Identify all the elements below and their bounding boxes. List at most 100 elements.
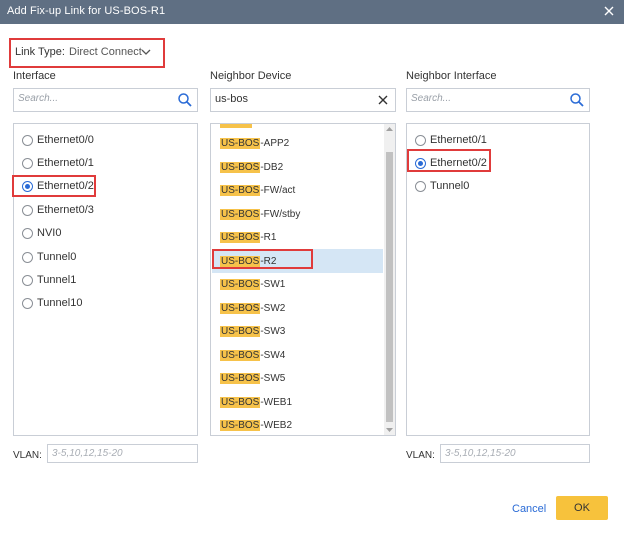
match-highlight: US-BOS [220,278,261,290]
match-highlight: US-BOS [220,396,261,408]
radio-button[interactable] [22,251,33,263]
scrollbar-thumb[interactable] [386,152,393,422]
radio-button[interactable] [22,204,33,216]
interface-list: Ethernet0/0 Ethernet0/1 Ethernet0/2 Ethe… [12,123,198,436]
radio-button[interactable] [22,297,33,309]
device-item[interactable]: US-BOS -DB2 [212,155,383,179]
device-name-rest: -APP2 [260,137,290,149]
radio-button[interactable] [415,180,426,192]
selection-annotation-box [407,149,491,172]
device-item[interactable]: US-BOS -R1 [212,225,383,249]
device-name-rest: -SW4 [260,349,286,361]
neighbor-device-search-box [210,88,396,112]
interface-option-label: Tunnel1 [37,274,77,286]
device-name-rest: -DB2 [260,161,284,173]
interface-option[interactable]: Ethernet0/1 [22,154,94,172]
chevron-down-icon[interactable] [141,48,151,56]
scroll-down-arrow-icon[interactable] [386,427,393,433]
neighbor-device-search-input[interactable] [215,93,355,105]
match-highlight: US-BOS [220,208,261,220]
interface-option[interactable]: NVI0 [22,224,61,242]
device-item[interactable]: US-BOS -SW1 [212,272,383,296]
device-name-rest: -FW/act [260,184,296,196]
link-type-value[interactable]: Direct Connect [69,46,142,58]
interface-option[interactable]: Ethernet0/3 [22,201,94,219]
neighbor-interface-list: Ethernet0/1 Ethernet0/2 Tunnel0 [406,123,590,436]
device-item[interactable]: US-BOS -FW/act [212,178,383,202]
selection-annotation-box [212,249,313,269]
interface-option[interactable]: Tunnel0 [22,248,76,266]
neighbor-vlan-field [440,444,590,463]
radio-button[interactable] [22,157,33,169]
neighbor-vlan-label: VLAN: [406,450,435,461]
scroll-up-arrow-icon[interactable] [386,126,393,132]
neighbor-interface-option-label: Tunnel0 [430,180,470,192]
radio-button[interactable] [22,227,33,239]
interface-search-box [13,88,198,112]
radio-button[interactable] [22,134,33,146]
device-name-rest: -WEB1 [260,396,293,408]
link-type-selector[interactable]: Link Type: Direct Connect [9,38,165,68]
device-name-rest: -FW/stby [260,208,301,220]
device-name-rest: -R1 [260,231,277,243]
device-name-rest: -SW3 [260,325,286,337]
neighbor-device-list: US-BOS -APP2 US-BOS -DB2 US-BOS -FW/act US-… [210,123,396,436]
neighbor-interface-option[interactable]: Tunnel0 [415,177,469,195]
neighbor-vlan-input[interactable] [445,448,575,459]
match-highlight: US-BOS [220,184,261,196]
partial-highlight-row [220,124,252,128]
match-highlight: US-BOS [220,231,261,243]
device-name-rest: -SW5 [260,372,286,384]
neighbor-interface-option[interactable]: Ethernet0/1 [415,131,487,149]
interface-option-label: Tunnel0 [37,251,77,263]
interface-column-title: Interface [13,70,56,82]
device-item[interactable]: US-BOS -WEB2 [212,413,383,435]
match-highlight: US-BOS [220,325,261,337]
interface-option[interactable]: Tunnel1 [22,271,76,289]
interface-option-label: Ethernet0/1 [37,157,94,169]
interface-option-label: Tunnel10 [37,297,83,309]
link-type-label: Link Type: [15,46,65,58]
interface-option-label: Ethernet0/3 [37,204,94,216]
interface-search-input[interactable] [18,93,158,104]
device-item[interactable]: US-BOS -SW3 [212,319,383,343]
interface-option[interactable]: Tunnel10 [22,294,82,312]
radio-button[interactable] [22,274,33,286]
device-item[interactable]: US-BOS -APP2 [212,131,383,155]
vertical-scrollbar[interactable] [384,124,395,435]
device-name-rest: -WEB2 [260,419,293,431]
search-icon[interactable] [177,92,193,108]
neighbor-interface-option-label: Ethernet0/1 [430,134,487,146]
search-icon[interactable] [569,92,585,108]
device-item[interactable]: US-BOS -SW5 [212,366,383,390]
cancel-button[interactable]: Cancel [512,503,546,515]
device-name-rest: -SW2 [260,302,286,314]
dialog-titlebar: Add Fix-up Link for US-BOS-R1 [0,0,624,24]
device-item[interactable]: US-BOS -SW2 [212,296,383,320]
match-highlight: US-BOS [220,161,261,173]
neighbor-interface-search-input[interactable] [411,93,551,104]
vlan-input[interactable] [52,448,182,459]
match-highlight: US-BOS [220,137,261,149]
selection-annotation-box [12,175,96,197]
clear-icon[interactable] [375,92,391,108]
match-highlight: US-BOS [220,302,261,314]
interface-option-label: NVI0 [37,227,62,239]
radio-button[interactable] [415,134,426,146]
match-highlight: US-BOS [220,419,261,431]
match-highlight: US-BOS [220,372,261,384]
device-item[interactable]: US-BOS -FW/stby [212,202,383,226]
interface-option-label: Ethernet0/0 [37,134,94,146]
close-icon[interactable] [601,3,617,19]
ok-button[interactable]: OK [556,496,608,520]
device-item[interactable]: US-BOS -SW4 [212,343,383,367]
interface-option[interactable]: Ethernet0/0 [22,131,94,149]
device-item[interactable]: US-BOS -WEB1 [212,390,383,414]
match-highlight: US-BOS [220,349,261,361]
vlan-field [47,444,198,463]
neighbor-interface-column-title: Neighbor Interface [406,70,497,82]
dialog-title: Add Fix-up Link for US-BOS-R1 [7,5,166,17]
vlan-label: VLAN: [13,450,42,461]
neighbor-device-column-title: Neighbor Device [210,70,292,82]
device-name-rest: -SW1 [260,278,286,290]
